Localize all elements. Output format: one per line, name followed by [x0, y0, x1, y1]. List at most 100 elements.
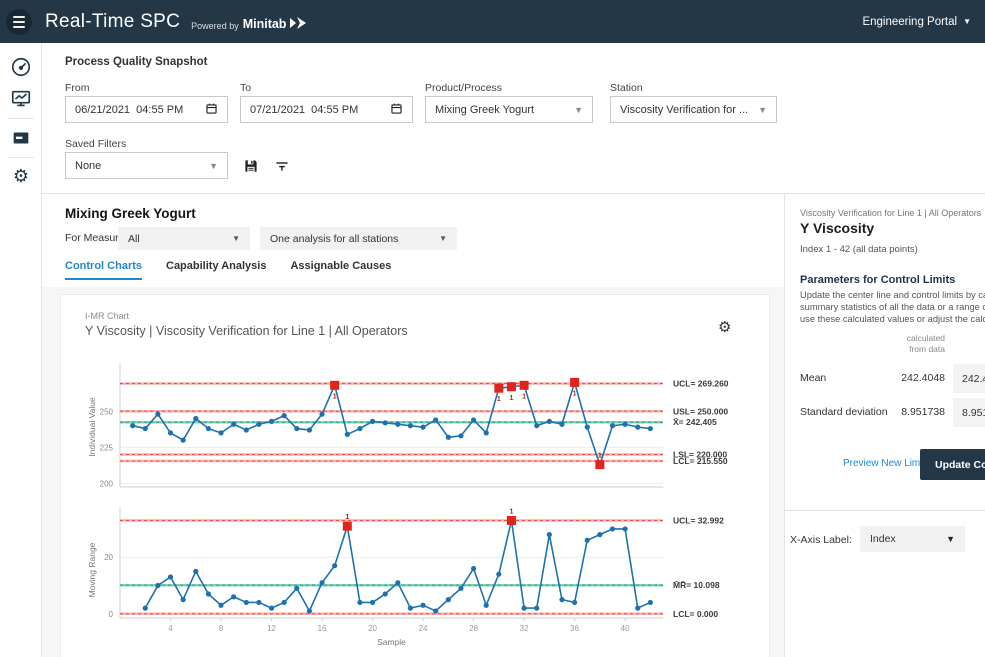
svg-text:32: 32 [520, 624, 529, 633]
stddev-label: Standard deviation [800, 406, 888, 418]
svg-text:24: 24 [419, 624, 428, 633]
mean-input[interactable]: 242.4048 [953, 364, 985, 393]
parameters-section-title: Parameters for Control Limits [800, 274, 955, 286]
saved-filters-dropdown[interactable]: None ▼ [65, 152, 228, 179]
svg-text:0: 0 [109, 610, 114, 619]
tab-capability-analysis[interactable]: Capability Analysis [166, 260, 266, 280]
stddev-input[interactable]: 8.951738 [953, 398, 985, 427]
mean-label: Mean [800, 372, 826, 384]
analysis-tabs: Control Charts Capability Analysis Assig… [65, 260, 391, 280]
mean-calculated-value: 242.4048 [880, 372, 945, 384]
chart-title: Y Viscosity | Viscosity Verification for… [85, 324, 408, 338]
chevron-down-icon: ▼ [963, 17, 971, 26]
svg-text:UCL= 32.992: UCL= 32.992 [673, 516, 724, 526]
panel-section-divider [785, 510, 985, 511]
gauge-icon[interactable] [9, 55, 33, 79]
svg-text:28: 28 [469, 624, 478, 633]
x-axis-label-dropdown[interactable]: Index ▼ [860, 526, 965, 552]
analysis-mode-value: One analysis for all stations [270, 233, 398, 245]
left-sidebar: ⚙ [0, 43, 42, 657]
chart-settings-gear-icon[interactable]: ⚙ [718, 318, 731, 336]
preview-new-limits-link[interactable]: Preview New Limits [843, 458, 930, 469]
calendar-icon [205, 102, 218, 118]
svg-text:12: 12 [267, 624, 276, 633]
sidebar-divider [8, 118, 34, 119]
index-range-label: Index 1 - 42 (all data points) [800, 244, 918, 255]
panel-title: Y Viscosity [800, 220, 874, 236]
station-value: Viscosity Verification for ... [620, 104, 748, 116]
product-process-label: Product/Process [425, 82, 502, 94]
from-label: From [65, 82, 90, 94]
to-date-input[interactable]: 07/21/2021 04:55 PM [240, 96, 413, 123]
svg-text:UCL= 269.260: UCL= 269.260 [673, 378, 729, 388]
svg-text:200: 200 [100, 479, 114, 488]
stddev-calculated-value: 8.951738 [880, 406, 945, 418]
svg-text:1: 1 [510, 395, 514, 402]
monitor-chart-icon[interactable] [9, 87, 33, 111]
svg-text:20: 20 [368, 624, 377, 633]
chevron-down-icon: ▼ [232, 234, 240, 243]
station-label: Station [610, 82, 643, 94]
tab-control-charts[interactable]: Control Charts [65, 260, 142, 280]
svg-text:40: 40 [621, 624, 630, 633]
individuals-chart-plot: 200 225 250 UCL= 269.260 USL= 250.000X̄= 242… [78, 360, 768, 500]
chevron-down-icon: ▼ [574, 105, 583, 115]
moving-range-chart-plot: 020481216202428323640SampleUCL= 32.992M̄… [78, 498, 768, 655]
update-control-limits-button[interactable]: Update Control Limits [920, 449, 985, 480]
svg-text:1: 1 [333, 393, 337, 400]
calculated-column-header: calculated from data [880, 333, 945, 355]
from-date-input[interactable]: 06/21/2021 04:55 PM [65, 96, 228, 123]
svg-text:1: 1 [573, 390, 577, 397]
svg-text:250: 250 [100, 407, 114, 416]
chevron-down-icon: ▼ [439, 234, 447, 243]
app-title: Real-Time SPC [45, 11, 180, 33]
svg-text:20: 20 [104, 553, 113, 562]
chart-type-label: I-MR Chart [85, 311, 129, 321]
to-label: To [240, 82, 251, 94]
parameters-description: Update the center line and control limit… [800, 289, 985, 325]
sidebar-divider [8, 157, 34, 158]
to-date-value: 07/21/2021 04:55 PM [250, 104, 358, 116]
chevron-down-icon: ▼ [946, 534, 955, 544]
portal-menu[interactable]: Engineering Portal ▼ [862, 16, 971, 28]
tab-assignable-causes[interactable]: Assignable Causes [290, 260, 391, 280]
save-filter-icon[interactable] [243, 158, 261, 176]
svg-text:USL= 250.000: USL= 250.000 [673, 406, 728, 416]
measure-dropdown[interactable]: All ▼ [118, 227, 250, 250]
saved-filters-value: None [75, 160, 101, 172]
panel-subtitle: Viscosity Verification for Line 1 | All … [800, 208, 985, 218]
svg-text:LCL= 215.550: LCL= 215.550 [673, 456, 728, 466]
minitab-logo-icon [290, 16, 306, 34]
station-dropdown[interactable]: Viscosity Verification for ... ▼ [610, 96, 777, 123]
saved-filters-label: Saved Filters [65, 138, 126, 150]
svg-text:1: 1 [510, 508, 514, 515]
hamburger-menu-icon[interactable] [6, 9, 32, 35]
portal-menu-label: Engineering Portal [862, 16, 957, 28]
svg-text:1: 1 [497, 396, 501, 403]
svg-text:16: 16 [318, 624, 327, 633]
product-heading: Mixing Greek Yogurt [65, 206, 196, 221]
powered-by-label: Powered by [191, 21, 239, 31]
svg-text:LCL= 0.000: LCL= 0.000 [673, 609, 718, 619]
x-axis-label-value: Index [870, 533, 896, 545]
svg-text:1: 1 [522, 393, 526, 400]
svg-text:Sample: Sample [377, 637, 406, 647]
real-time-spc-app: Real-Time SPC Powered by Minitab Enginee… [0, 0, 985, 657]
product-process-value: Mixing Greek Yogurt [435, 104, 534, 116]
from-date-value: 06/21/2021 04:55 PM [75, 104, 183, 116]
chevron-down-icon: ▼ [209, 161, 218, 171]
svg-text:4: 4 [168, 624, 173, 633]
control-limits-panel: Viscosity Verification for Line 1 | All … [785, 194, 985, 657]
product-box-icon[interactable] [9, 126, 33, 150]
section-title: Process Quality Snapshot [65, 56, 208, 68]
svg-text:X̄= 242.405: X̄= 242.405 [673, 417, 717, 427]
svg-text:225: 225 [100, 443, 114, 452]
settings-gear-icon[interactable]: ⚙ [9, 164, 33, 188]
analysis-mode-dropdown[interactable]: One analysis for all stations ▼ [260, 227, 457, 250]
svg-text:1: 1 [598, 453, 602, 460]
top-navbar: Real-Time SPC Powered by Minitab Enginee… [0, 0, 985, 43]
svg-text:M̄R̄= 10.098: M̄R̄= 10.098 [673, 580, 720, 590]
chevron-down-icon: ▼ [758, 105, 767, 115]
filter-icon[interactable] [274, 159, 292, 177]
product-process-dropdown[interactable]: Mixing Greek Yogurt ▼ [425, 96, 593, 123]
